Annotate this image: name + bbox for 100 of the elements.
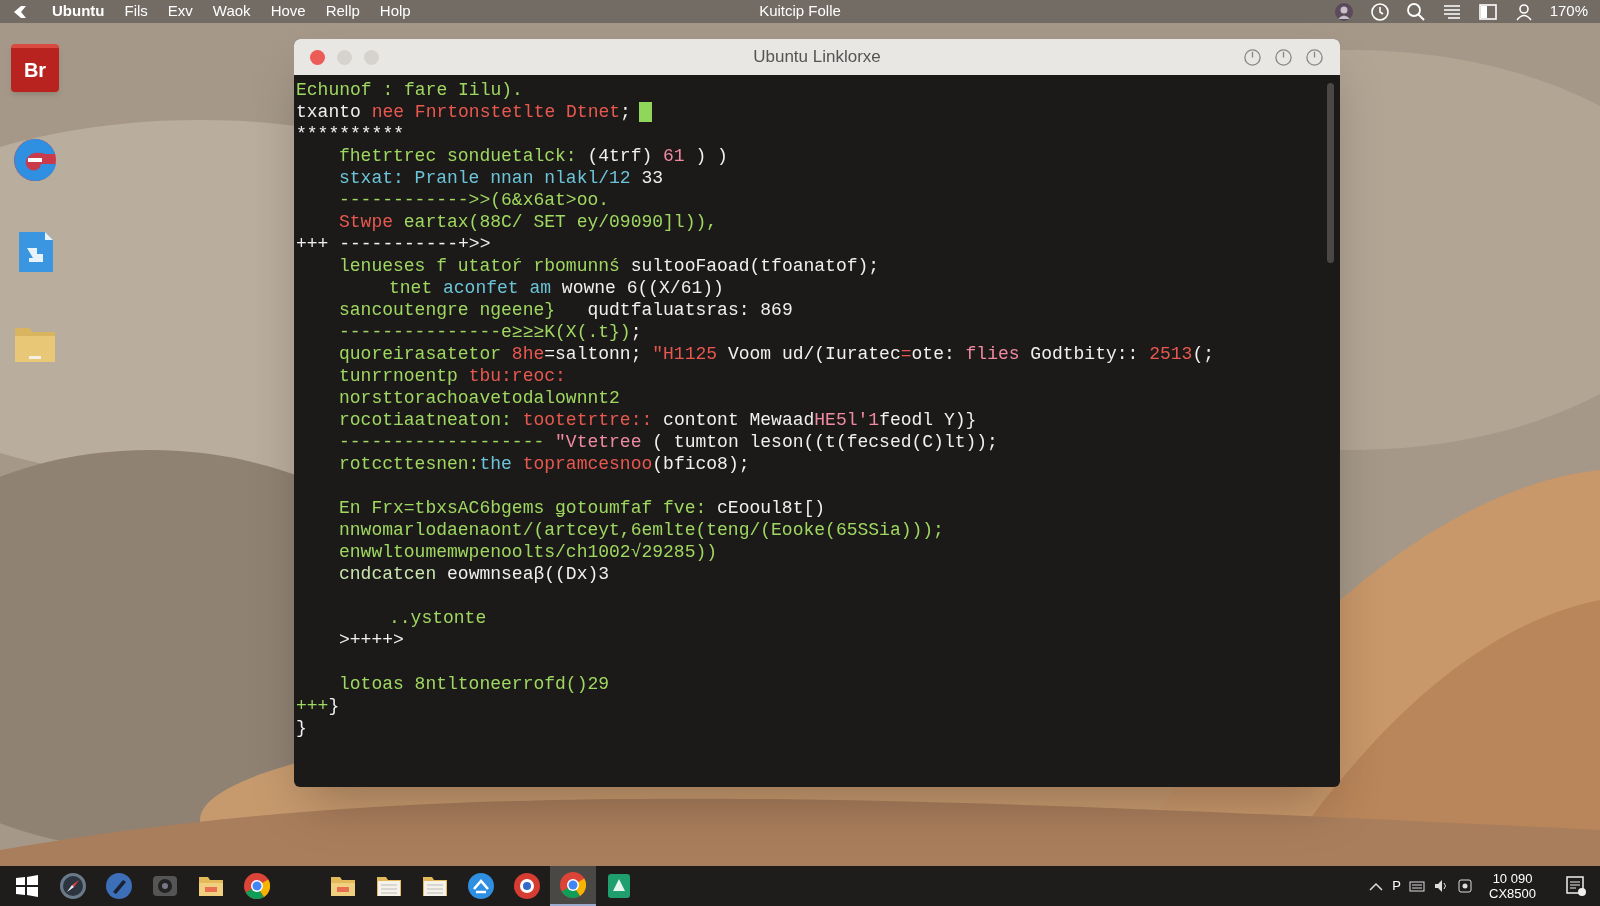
code-text: 2513 (1149, 342, 1193, 366)
clock-text: 10 090 (1492, 871, 1533, 886)
sidebar-icon[interactable] (1477, 1, 1498, 22)
arrow-app-icon (467, 872, 495, 900)
menu-item[interactable]: Waok (212, 0, 251, 23)
code-text: lenueses f utatoŕ rbomunnś (339, 254, 621, 278)
circle-icon[interactable] (1274, 47, 1293, 67)
code-text: ) ) (694, 144, 728, 168)
code-text: (bfico8); (652, 452, 750, 476)
browser-icon (513, 872, 541, 900)
menu-item[interactable]: Exv (167, 0, 193, 23)
code-text: (4trf) (586, 144, 654, 168)
speaker-icon[interactable] (1433, 878, 1449, 894)
code-text: 61 (663, 144, 685, 168)
zoom-level: 170% (1549, 1, 1588, 22)
code-text: "Vtetree (555, 430, 643, 454)
menu-item[interactable]: Rellp (325, 0, 360, 23)
code-text: fhetrtrec sonduetalck: (339, 144, 577, 168)
code-text: feodl Y)} (879, 408, 977, 432)
code-text: qudtfaluatsras: 869 (586, 298, 793, 322)
code-text: ; (630, 320, 642, 344)
code-text: stxat: Pranle nnan nlakl/12 (339, 166, 631, 190)
code-text: 33 (640, 166, 664, 190)
sheet-app-icon (605, 872, 633, 900)
code-text: >++++> (339, 628, 404, 652)
code-text: nnwomarlodaenaont/(artceyt,6emlte(teng/(Eooke(65SSia))); (339, 518, 944, 542)
icon-label: Br (23, 58, 47, 83)
menu-item[interactable]: Hove (270, 0, 306, 23)
clock[interactable]: 10 090 CX8500 (1489, 871, 1536, 901)
code-text: lotoas 8ntltoneerrofd()29 (339, 672, 610, 696)
code-text: eowmnseaβ((Dx)3 (447, 562, 610, 586)
clock-icon[interactable] (1369, 1, 1390, 22)
menu-item[interactable]: Fils (124, 0, 148, 23)
code-text: aconfet am (443, 276, 553, 300)
code-text: rotccttesnen: (339, 452, 480, 476)
code-text: =saltonn; (544, 342, 643, 366)
code-text: 8he (511, 342, 545, 366)
code-text: ote: (911, 342, 956, 366)
menu-item[interactable]: Holp (379, 0, 411, 23)
code-text: Stwpe (339, 210, 394, 234)
network-icon[interactable] (1457, 878, 1473, 894)
circle-icon[interactable] (1305, 47, 1324, 67)
circle-icon[interactable] (1243, 47, 1262, 67)
code-text: +++ (296, 232, 330, 256)
chrome-icon (559, 871, 587, 899)
code-text: Voom ud/(Iuratec (727, 342, 901, 366)
code-text: ********** (296, 122, 405, 146)
user-icon[interactable] (1513, 1, 1534, 22)
scrollbar-thumb[interactable] (1327, 83, 1334, 263)
browser-icon[interactable] (11, 136, 59, 184)
tray-label: P (1392, 877, 1401, 896)
code-text: ---------------e≥≥≥K(X(.t}) (339, 320, 631, 344)
code-text: tunrrnoentp (339, 364, 459, 388)
code-text: ------------------- (339, 430, 546, 454)
code-text: ; (620, 100, 631, 124)
folder-icon[interactable]: Br (11, 44, 59, 92)
code-text: norsttorachoavetodalownnt2 (339, 386, 620, 410)
notification-icon[interactable] (1564, 874, 1588, 898)
code-text: txanto (296, 100, 362, 124)
code-text: sancoutengre ngeene} (339, 298, 556, 322)
code-text: } (328, 694, 340, 718)
code-text: rocotiaatneaton: (339, 408, 513, 432)
code-text: Echunof : fare Iilu). (296, 78, 523, 102)
code-text: ( tumton leson((t(fecsed(C)lt)); (652, 430, 998, 454)
code-text: "H1125 (652, 342, 719, 366)
search-icon[interactable] (1405, 1, 1426, 22)
code-text: flies (965, 342, 1021, 366)
taskbar-button[interactable] (550, 866, 596, 906)
app-title: Kuitcip Folle (759, 1, 841, 22)
menu-item[interactable]: Ubuntu (52, 0, 105, 23)
keyboard-icon[interactable] (1409, 878, 1425, 894)
code-text: eartax(88C/ SET ey/09090]l)), (403, 210, 718, 234)
code-text: -----------+>> (339, 232, 491, 256)
code-text: enwwltoumemwpenoolts/ch1002√29285)) (339, 540, 718, 564)
code-text: cndcatcen (339, 562, 438, 586)
compass-icon (59, 872, 87, 900)
code-text: +++ (296, 694, 329, 718)
code-text: cEooul8t[) (717, 496, 826, 520)
avatar-icon[interactable] (1333, 1, 1354, 22)
code-text: contont Mewaad (663, 408, 815, 432)
code-text: = (900, 342, 912, 366)
code-text: sultooFaoad(tfoanatof); (630, 254, 880, 278)
code-text: ..ystonte (389, 606, 487, 630)
code-text: Godtbity:: (1030, 342, 1140, 366)
code-text: En Frx=tbxsAC6bgems ǥotoumfaf fve: (339, 496, 708, 520)
pen-icon (105, 872, 133, 900)
code-text: topramcesnoo (522, 452, 653, 476)
code-text: ------------>>(6&x6at>oo. (339, 188, 610, 212)
clock-text: CX8500 (1489, 886, 1536, 901)
code-text: the (479, 452, 513, 476)
caret-icon[interactable] (1368, 880, 1385, 892)
code-text: wowne 6((X/61)) (561, 276, 724, 300)
code-text: quoreirasatetor (339, 342, 503, 366)
code-text: tnet (389, 276, 434, 300)
code-text: nee Fnrtonstetlte Dtnet (371, 100, 621, 124)
code-text: } (296, 716, 307, 740)
close-button[interactable] (310, 49, 325, 65)
code-text: tbu:reoc: (468, 364, 566, 388)
code-text: tootetrtre:: (522, 408, 654, 432)
chrome-icon (243, 872, 271, 900)
